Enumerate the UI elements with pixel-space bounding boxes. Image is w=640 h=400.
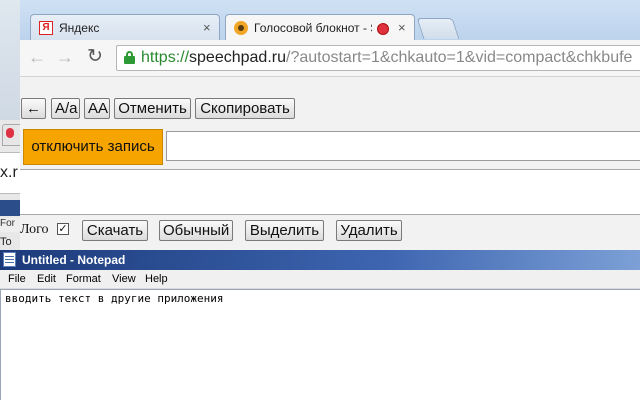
yandex-icon: Я [39, 21, 53, 35]
notepad-window: Untitled - Notepad File Edit Format View… [0, 250, 640, 400]
logo-label: Лого [20, 222, 49, 237]
normal-mode-button[interactable]: Обычный [159, 220, 233, 241]
background-window-tab[interactable] [2, 124, 21, 146]
back-arrow-icon[interactable]: ← [26, 46, 48, 68]
background-menu-fragment: For [0, 218, 20, 232]
tab-title: Голосовой блокнот - Spe [254, 21, 372, 35]
lock-icon [124, 51, 135, 64]
background-row-fragment: To [0, 236, 12, 248]
recording-indicator-icon [377, 23, 389, 35]
address-bar[interactable]: https://speechpad.ru/?autostart=1&chkaut… [116, 45, 640, 71]
notepad-text-area[interactable]: вводить текст в другие приложения [0, 289, 640, 400]
menu-format[interactable]: Format [66, 273, 101, 285]
download-button[interactable]: Скачать [82, 220, 148, 241]
background-titlebar [0, 200, 20, 216]
logo-checkbox[interactable]: ✓ [57, 223, 69, 235]
tab-speechpad[interactable]: Голосовой блокнот - Spe × [225, 14, 415, 40]
menu-help[interactable]: Help [145, 273, 168, 285]
forward-arrow-icon[interactable]: → [54, 46, 76, 68]
toggle-case-button[interactable]: A/a [51, 98, 80, 119]
tab-yandex[interactable]: Я Яндекс × [30, 14, 220, 40]
notepad-text: вводить текст в другие приложения [5, 292, 224, 305]
url-text: https://speechpad.ru/?autostart=1&chkaut… [141, 49, 633, 66]
page-content: ← A/a AA Отменить Скопировать отключить … [20, 77, 640, 250]
tab-title: Яндекс [59, 21, 100, 35]
menu-edit[interactable]: Edit [37, 273, 56, 285]
close-tab-icon[interactable]: × [203, 20, 211, 35]
delete-button[interactable]: Удалить [336, 220, 402, 241]
undo-button[interactable]: Отменить [114, 98, 191, 119]
notepad-menu-bar: File Edit Format View Help [0, 270, 640, 289]
new-tab-button[interactable] [416, 18, 460, 39]
speech-input-field[interactable] [166, 131, 640, 161]
background-address-fragment: x.r [0, 152, 20, 194]
browser-toolbar: ← → ↻ https://speechpad.ru/?autostart=1&… [20, 40, 640, 77]
text-area[interactable] [20, 169, 640, 215]
reload-icon[interactable]: ↻ [84, 46, 106, 68]
browser-window: Я Яндекс × Голосовой блокнот - Spe × ← →… [20, 0, 640, 250]
select-text-button[interactable]: Выделить [245, 220, 324, 241]
arrow-left-button[interactable]: ← [21, 98, 46, 119]
notepad-icon [3, 252, 16, 267]
close-tab-icon[interactable]: × [398, 20, 406, 35]
tab-strip: Я Яндекс × Голосовой блокнот - Spe × [20, 0, 640, 40]
notepad-titlebar[interactable]: Untitled - Notepad [0, 250, 640, 270]
background-window-frame [0, 0, 20, 120]
menu-view[interactable]: View [112, 273, 136, 285]
menu-file[interactable]: File [8, 273, 26, 285]
stop-recording-button[interactable]: отключить запись [23, 129, 163, 165]
copy-button[interactable]: Скопировать [195, 98, 295, 119]
notepad-title: Untitled - Notepad [22, 253, 126, 267]
speechpad-icon [234, 21, 248, 35]
uppercase-button[interactable]: AA [84, 98, 110, 119]
